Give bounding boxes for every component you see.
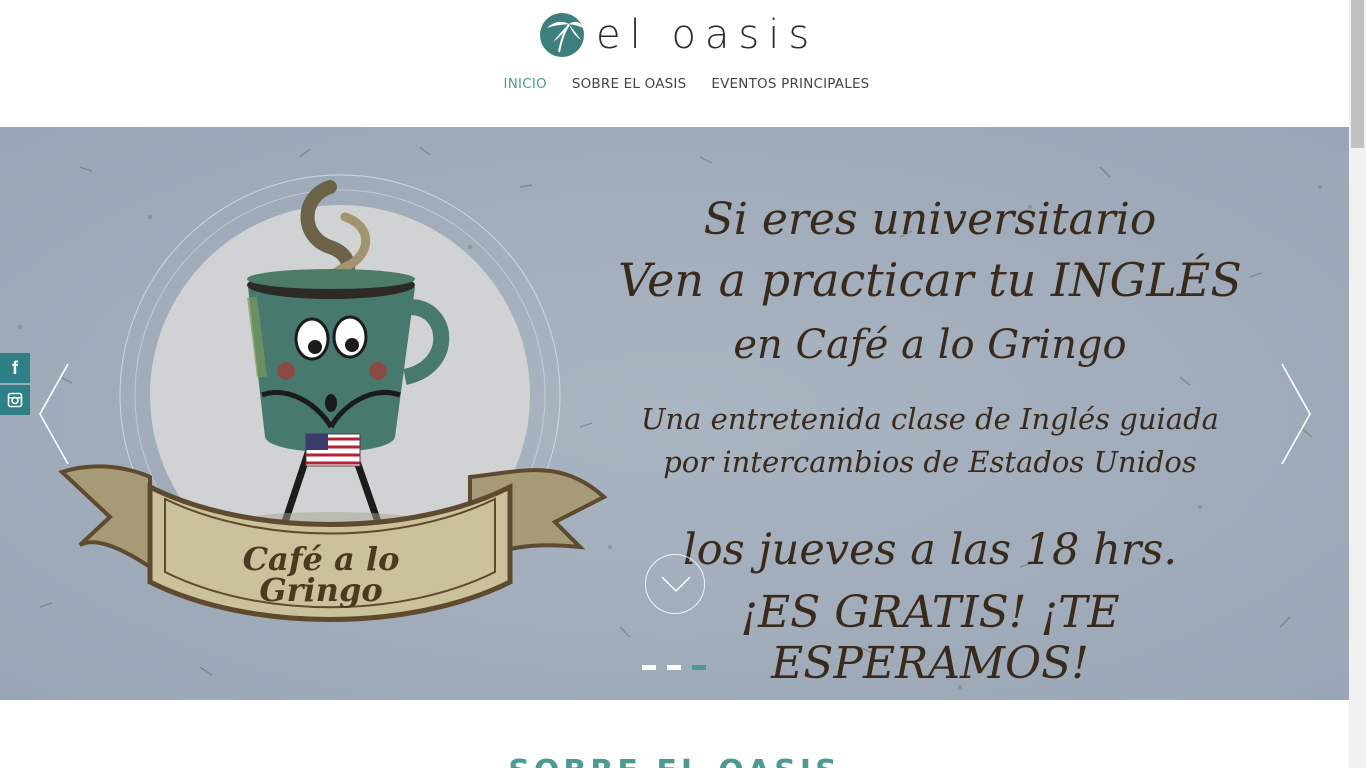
nav-sobre-el-oasis[interactable]: SOBRE EL OASIS: [572, 76, 687, 92]
chevron-down-icon: [661, 576, 691, 593]
palm-logo-icon: [540, 13, 584, 57]
slide-subtext-1: Una entretenida clase de Inglés guiada: [641, 402, 1219, 436]
slider-next-arrow-icon[interactable]: [1276, 362, 1316, 466]
banner-text-line2: Gringo: [259, 571, 382, 609]
slider-dot-3[interactable]: [692, 665, 706, 670]
page-scrollbar[interactable]: [1349, 0, 1366, 768]
site-header: el oasis INICIO SOBRE EL OASIS EVENTOS P…: [0, 0, 1349, 127]
scrollbar-thumb[interactable]: [1351, 0, 1364, 148]
slide-subtext-2: por intercambios de Estados Unidos: [663, 445, 1197, 479]
nav-eventos-principales[interactable]: EVENTOS PRINCIPALES: [711, 76, 869, 92]
slider-prev-arrow-icon[interactable]: [34, 362, 74, 466]
section-title-sobre: SOBRE EL OASIS: [0, 754, 1349, 768]
slider-dot-2[interactable]: [667, 665, 681, 670]
brand[interactable]: el oasis: [539, 12, 818, 58]
instagram-icon: [7, 392, 23, 408]
main-nav: INICIO SOBRE EL OASIS EVENTOS PRINCIPALE…: [0, 76, 1349, 92]
instagram-button[interactable]: [0, 385, 30, 415]
social-sidebar: f: [0, 353, 30, 417]
slider-pagination: [642, 665, 706, 670]
nav-inicio[interactable]: INICIO: [504, 76, 547, 92]
facebook-icon: f: [12, 357, 18, 378]
slide-heading-3: en Café a lo Gringo: [733, 322, 1127, 368]
slide-cta: ¡ES GRATIS! ¡TE ESPERAMOS!: [740, 587, 1120, 689]
hero-slider: Café a lo Gringo Si eres universitario V…: [0, 127, 1349, 700]
scroll-down-button[interactable]: [645, 554, 705, 614]
brand-name: el oasis: [596, 12, 819, 58]
facebook-button[interactable]: f: [0, 353, 30, 383]
slide-heading-1: Si eres universitario: [703, 194, 1157, 245]
slider-dot-1[interactable]: [642, 665, 656, 670]
slide-heading-2: Ven a practicar tu INGLÉS: [618, 253, 1242, 307]
